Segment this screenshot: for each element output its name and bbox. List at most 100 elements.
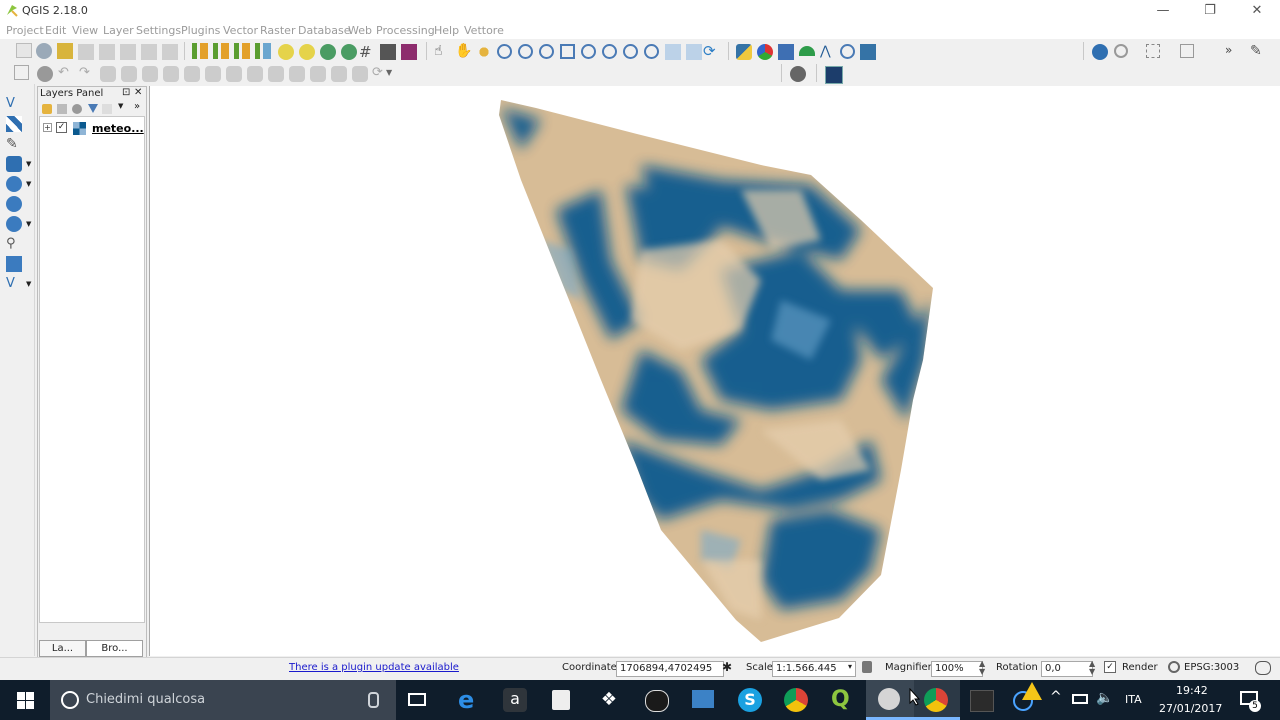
- minimize-button[interactable]: —: [1140, 0, 1186, 22]
- dropdown-arrow-icon[interactable]: ▼: [386, 66, 402, 82]
- volume-icon[interactable]: 🔈: [1096, 690, 1113, 706]
- save-as-icon[interactable]: [78, 44, 94, 60]
- pan-hand-icon[interactable]: ✋: [455, 43, 472, 59]
- split-features-icon[interactable]: [247, 66, 263, 82]
- menu-vettore[interactable]: Vettore: [464, 24, 504, 37]
- menu-project[interactable]: Project: [6, 24, 44, 37]
- maximize-button[interactable]: ❐: [1187, 0, 1233, 22]
- task-view-icon[interactable]: [408, 693, 426, 706]
- tab-layers[interactable]: La...: [39, 640, 86, 657]
- save-project-icon[interactable]: [57, 43, 73, 59]
- menu-raster[interactable]: Raster: [260, 24, 295, 37]
- menu-view[interactable]: View: [72, 24, 98, 37]
- clock-date[interactable]: 27/01/2017: [1159, 702, 1222, 715]
- redo-icon[interactable]: ↷: [79, 66, 95, 82]
- clock-time[interactable]: 19:42: [1176, 684, 1208, 697]
- skype-icon[interactable]: S: [738, 688, 762, 712]
- add-ring-icon[interactable]: [100, 66, 116, 82]
- menu-edit[interactable]: Edit: [45, 24, 66, 37]
- toggle-editing-icon[interactable]: [14, 65, 29, 80]
- identify-icon[interactable]: [1092, 44, 1108, 60]
- save-edits-icon[interactable]: [37, 66, 53, 82]
- add-wfs-icon[interactable]: ⚲: [6, 236, 22, 252]
- add-vector-layer-icon[interactable]: V: [6, 96, 22, 112]
- menu-database[interactable]: Database: [298, 24, 351, 37]
- gps-icon[interactable]: [790, 66, 806, 82]
- scale-field[interactable]: 1:1.566.445: [772, 661, 856, 677]
- battery-icon[interactable]: [1072, 694, 1088, 704]
- rotation-field[interactable]: 0,0: [1041, 661, 1093, 677]
- merge-features-icon[interactable]: [289, 66, 305, 82]
- rotate-symbols-icon[interactable]: [331, 66, 347, 82]
- search-plugin-icon[interactable]: [840, 44, 855, 59]
- plugin-a-icon[interactable]: [778, 44, 794, 60]
- store-icon[interactable]: [552, 690, 570, 710]
- deselect-icon[interactable]: [1180, 44, 1194, 58]
- plugin-b-icon[interactable]: [860, 44, 876, 60]
- undo-icon[interactable]: ↶: [58, 66, 74, 82]
- coordinate-field[interactable]: 1706894,4702495: [616, 661, 724, 677]
- tab-browser[interactable]: Bro...: [86, 640, 143, 657]
- add-wcs-icon[interactable]: [6, 216, 22, 232]
- new-project-icon[interactable]: [16, 43, 32, 58]
- close-panel-button[interactable]: ✕: [134, 87, 142, 98]
- zoom-native-icon[interactable]: [539, 44, 554, 59]
- show-hidden-icons-icon[interactable]: ^: [1050, 689, 1062, 705]
- menu-vector[interactable]: Vector: [223, 24, 258, 37]
- zoom-next-icon[interactable]: [644, 44, 659, 59]
- split-parts-icon[interactable]: [268, 66, 284, 82]
- field-calculator-icon[interactable]: [401, 44, 417, 60]
- menu-settings[interactable]: Settings: [136, 24, 181, 37]
- dropdown-arrow-icon[interactable]: ▼: [118, 102, 128, 112]
- zoom-in-icon[interactable]: [497, 44, 512, 59]
- zoom-selection-icon[interactable]: [581, 44, 596, 59]
- simplify-icon[interactable]: [352, 66, 368, 82]
- fill-ring-icon[interactable]: [142, 66, 158, 82]
- manage-map-themes-icon[interactable]: [72, 104, 82, 114]
- crs-label[interactable]: EPSG:3003: [1184, 662, 1239, 673]
- menu-processing[interactable]: Processing: [376, 24, 435, 37]
- toggle-extents-icon[interactable]: ✱: [722, 660, 736, 674]
- color-picker-icon[interactable]: [757, 44, 773, 60]
- add-spatialite-icon[interactable]: [6, 156, 22, 172]
- toolbar-overflow-icon[interactable]: »: [1225, 43, 1241, 59]
- magnifier-field[interactable]: 100%: [931, 661, 983, 677]
- amazon-icon[interactable]: a: [503, 688, 527, 712]
- cortana-search-box[interactable]: Chiedimi qualcosa: [50, 680, 396, 720]
- refresh-icon[interactable]: ⟳: [703, 43, 719, 59]
- add-raster-layer-icon[interactable]: [6, 116, 22, 132]
- grid-icon[interactable]: #: [359, 44, 375, 60]
- terrain-icon[interactable]: [799, 46, 815, 56]
- qgis-taskbar-icon[interactable]: Q: [831, 687, 853, 713]
- zoom-full-icon[interactable]: [560, 44, 575, 59]
- layer-visibility-checkbox[interactable]: ✓: [56, 122, 67, 133]
- filter-expression-icon[interactable]: [102, 104, 112, 114]
- open-project-icon[interactable]: [36, 43, 52, 59]
- measure-icon[interactable]: [1114, 44, 1128, 58]
- add-group-icon[interactable]: [57, 104, 67, 114]
- filter-icon[interactable]: [88, 104, 98, 113]
- project-properties-icon[interactable]: [162, 44, 178, 60]
- input-language[interactable]: ITA: [1125, 693, 1142, 706]
- globe-add-2-icon[interactable]: [341, 44, 357, 60]
- print-composer-icon[interactable]: [99, 44, 115, 60]
- close-button[interactable]: ✕: [1234, 0, 1280, 22]
- add-postgis-icon[interactable]: [6, 176, 22, 192]
- offset-curve-icon[interactable]: [226, 66, 242, 82]
- touch-icon[interactable]: ☝: [434, 44, 450, 60]
- float-panel-button[interactable]: ⊡: [122, 87, 130, 98]
- histogram-4-icon[interactable]: [255, 43, 271, 59]
- menu-web[interactable]: Web: [348, 24, 372, 37]
- map-canvas[interactable]: [149, 86, 1280, 656]
- zoom-layer-icon[interactable]: [602, 44, 617, 59]
- plugin-update-link[interactable]: There is a plugin update available: [289, 662, 459, 673]
- edge-icon[interactable]: e: [458, 688, 474, 712]
- tripadvisor-icon[interactable]: [645, 690, 669, 712]
- zoom-last-icon[interactable]: [623, 44, 638, 59]
- warning-icon[interactable]: [1022, 682, 1042, 700]
- new-map-view-icon[interactable]: [665, 44, 681, 60]
- style-manager-icon[interactable]: [141, 44, 157, 60]
- rotation-stepper[interactable]: ▲ ▼: [1089, 660, 1095, 676]
- histogram-3-icon[interactable]: [234, 43, 250, 59]
- menu-layer[interactable]: Layer: [103, 24, 134, 37]
